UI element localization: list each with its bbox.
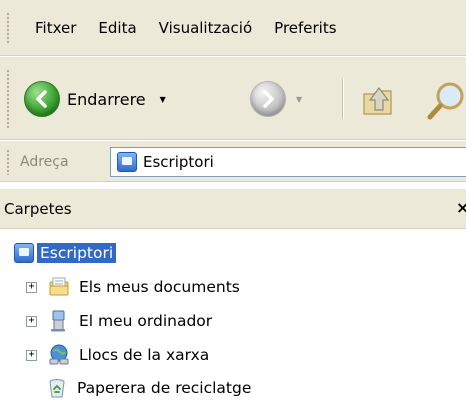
tree-item-my-documents[interactable]: + Els meus documents <box>26 274 243 300</box>
menu-favorites[interactable]: Preferits <box>263 18 347 38</box>
tree-item-label: Els meus documents <box>79 278 240 296</box>
toolbar-grip[interactable] <box>6 69 10 129</box>
expand-icon[interactable]: + <box>26 315 37 327</box>
tree-item-label: Llocs de la xarxa <box>79 346 210 364</box>
back-button[interactable]: Endarrere ▼ <box>24 79 166 119</box>
tree-item-my-computer[interactable]: + El meu ordinador <box>26 308 215 334</box>
computer-icon <box>48 310 70 332</box>
address-bar: Adreça Escriptori <box>0 140 466 182</box>
desktop-icon <box>117 152 137 172</box>
standard-toolbar: Endarrere ▼ ▼ <box>0 56 466 140</box>
menu-file[interactable]: Fitxer <box>24 18 87 38</box>
menu-bar: Fitxer Edita Visualització Preferits <box>0 0 466 56</box>
expand-icon[interactable]: + <box>26 349 37 361</box>
tree-item-label: Paperera de reciclatge <box>77 379 252 397</box>
menu-bar-grip[interactable] <box>6 12 10 44</box>
menu-view[interactable]: Visualització <box>148 18 264 38</box>
tree-item-recycle-bin[interactable]: Paperera de reciclatge <box>46 375 254 401</box>
folder-up-icon[interactable] <box>358 80 398 120</box>
back-dropdown-icon[interactable]: ▼ <box>160 95 166 104</box>
search-icon[interactable] <box>426 79 466 121</box>
back-button-label: Endarrere <box>67 89 146 109</box>
address-field[interactable]: Escriptori <box>110 147 466 177</box>
menu-items: Fitxer Edita Visualització Preferits <box>24 0 348 56</box>
tree-item-desktop[interactable]: Escriptori <box>14 240 117 266</box>
expand-icon[interactable]: + <box>26 281 37 293</box>
network-places-icon <box>48 344 70 366</box>
toolbar-separator <box>342 79 344 119</box>
desktop-icon <box>14 243 34 263</box>
address-bar-grip[interactable] <box>6 149 10 175</box>
tree-item-network-places[interactable]: + Llocs de la xarxa <box>26 342 212 368</box>
explorer-window: Fitxer Edita Visualització Preferits End… <box>0 0 466 403</box>
back-arrow-icon <box>24 81 60 117</box>
folders-pane-title: Carpetes <box>4 200 72 218</box>
forward-button[interactable]: ▼ <box>250 79 302 119</box>
address-value: Escriptori <box>143 153 214 171</box>
close-icon[interactable]: × <box>456 189 466 227</box>
tree-item-label: El meu ordinador <box>79 312 213 330</box>
folders-pane-header: Carpetes × <box>0 189 466 229</box>
recycle-bin-icon <box>46 377 68 399</box>
forward-arrow-icon <box>250 81 286 117</box>
documents-folder-icon <box>48 276 70 298</box>
forward-dropdown-icon[interactable]: ▼ <box>296 95 302 104</box>
folder-tree: Escriptori + Els meus documents + El meu… <box>0 230 466 403</box>
menu-edit[interactable]: Edita <box>87 18 147 38</box>
address-label: Adreça <box>20 154 69 170</box>
tree-item-label: Escriptori <box>37 243 117 263</box>
